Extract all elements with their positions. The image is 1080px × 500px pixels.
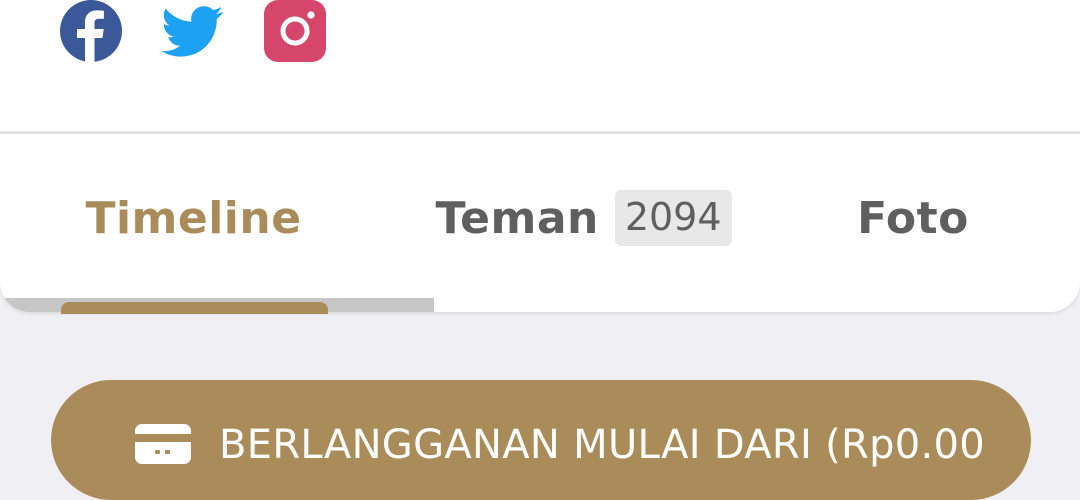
active-tab-indicator	[61, 302, 328, 314]
tab-timeline[interactable]: Timeline	[0, 134, 387, 302]
tab-teman[interactable]: Teman 2094	[387, 134, 780, 302]
profile-header-card: Timeline Teman 2094 Foto	[0, 0, 1080, 312]
subscribe-button[interactable]: BERLANGGANAN MULAI DARI (Rp0.00	[51, 380, 1031, 500]
friend-count-badge: 2094	[614, 190, 732, 246]
twitter-icon[interactable]	[162, 0, 224, 62]
tab-label: Foto	[857, 192, 969, 244]
instagram-icon[interactable]	[264, 0, 326, 62]
card-icon	[135, 424, 191, 464]
tab-label: Teman	[435, 192, 599, 244]
profile-tabs: Timeline Teman 2094 Foto	[0, 134, 1080, 312]
subscribe-label: BERLANGGANAN MULAI DARI (Rp0.00	[219, 422, 986, 468]
tab-label: Timeline	[85, 192, 302, 244]
social-links	[60, 0, 326, 62]
facebook-icon[interactable]	[60, 0, 122, 62]
tab-foto[interactable]: Foto	[780, 134, 1046, 302]
